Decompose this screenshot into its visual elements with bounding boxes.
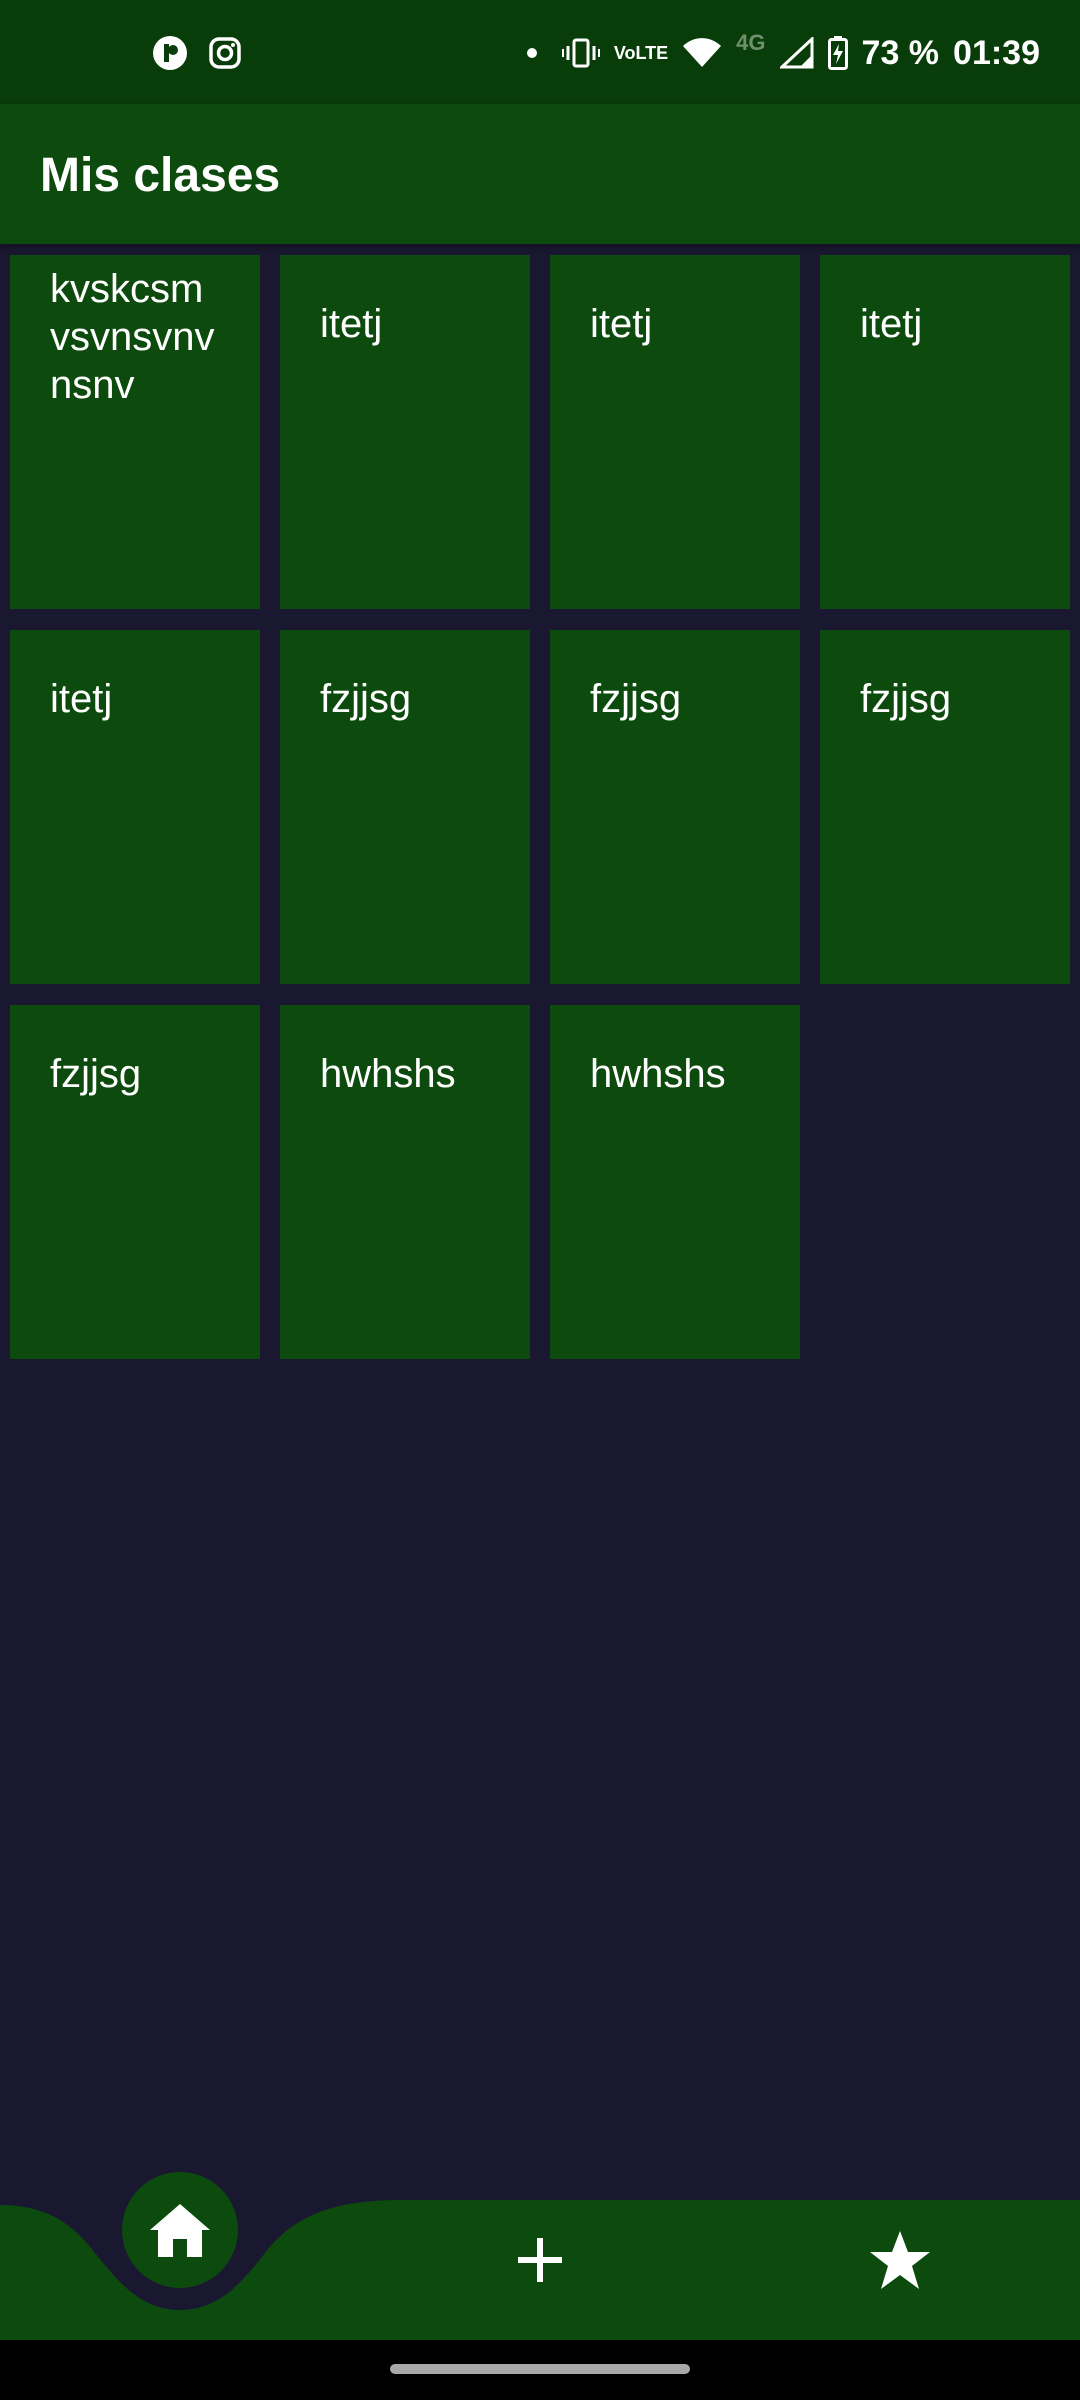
class-card[interactable]: hwhshs xyxy=(280,1005,530,1359)
signal-icon xyxy=(779,37,814,69)
nav-home-button[interactable] xyxy=(122,2172,238,2288)
class-name: hwhshs xyxy=(590,1052,726,1096)
class-name: fzjjsg xyxy=(860,677,952,721)
class-card[interactable]: itetj xyxy=(820,255,1070,609)
instagram-icon xyxy=(208,36,242,70)
class-card[interactable]: fzjjsg xyxy=(820,630,1070,984)
home-gesture-handle[interactable] xyxy=(390,2364,690,2374)
plus-icon xyxy=(518,2238,562,2282)
battery-charging-icon xyxy=(827,36,848,70)
system-gesture-area xyxy=(0,2340,1080,2400)
class-name: itetj xyxy=(860,302,923,346)
class-card[interactable]: fzjjsg xyxy=(10,1005,260,1359)
page-title: Mis clases xyxy=(40,149,281,202)
class-name: itetj xyxy=(320,302,383,346)
class-name: itetj xyxy=(50,677,113,721)
status-bar: Vo LTE 4G 73 % 01:39 xyxy=(0,0,1080,104)
network-type: 4G xyxy=(736,30,766,55)
class-card[interactable]: itetj xyxy=(280,255,530,609)
nav-favorites-button[interactable] xyxy=(850,2210,950,2310)
battery-level: 73 % xyxy=(861,33,940,72)
system-icons: Vo LTE 4G 73 % 01:39 xyxy=(526,28,1040,78)
class-card[interactable]: itetj xyxy=(550,255,800,609)
class-name: itetj xyxy=(590,302,653,346)
class-card[interactable]: kvskcsm vsvnsvnv nsnv xyxy=(10,255,260,609)
class-card[interactable]: fzjjsg xyxy=(550,630,800,984)
class-name: fzjjsg xyxy=(320,677,412,721)
notification-icons xyxy=(152,30,242,76)
app-notification-icon xyxy=(152,35,188,71)
app-bar: Mis clases xyxy=(0,104,1080,244)
vibrate-icon xyxy=(561,38,600,68)
classes-grid: kvskcsm vsvnsvnv nsnv itetj itetj itetj … xyxy=(10,255,1070,1359)
class-name: hwhshs xyxy=(320,1052,456,1096)
star-icon xyxy=(870,2231,930,2289)
home-icon xyxy=(150,2204,210,2257)
dot-icon xyxy=(526,47,548,59)
wifi-icon xyxy=(682,37,722,69)
clock: 01:39 xyxy=(953,33,1040,72)
class-card[interactable]: hwhshs xyxy=(550,1005,800,1359)
volte-icon: Vo LTE xyxy=(613,43,669,63)
class-name: fzjjsg xyxy=(50,1052,142,1096)
class-name: fzjjsg xyxy=(590,677,682,721)
class-card[interactable]: fzjjsg xyxy=(280,630,530,984)
class-name: kvskcsm vsvnsvnv nsnv xyxy=(50,267,215,407)
class-card[interactable]: itetj xyxy=(10,630,260,984)
nav-add-button[interactable] xyxy=(490,2210,590,2310)
